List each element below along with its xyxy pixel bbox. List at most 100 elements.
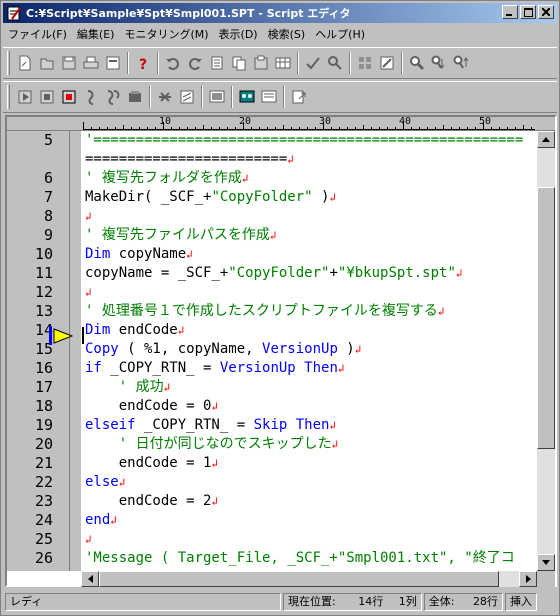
close-icon [542,8,550,16]
ruler-tick [419,127,420,130]
export-log-icon[interactable] [288,86,310,108]
line-number: 19 [34,416,53,434]
code-line: Dim copyName↲ [85,246,193,262]
line-number: 6 [43,169,53,187]
minimize-button[interactable] [502,5,518,19]
print-icon[interactable] [80,52,102,74]
screen-icon[interactable] [206,86,228,108]
scroll-down-button[interactable] [537,554,555,571]
scroll-thumb[interactable] [537,187,555,449]
stop-icon[interactable] [36,86,58,108]
ruler-label: 30 [319,116,332,127]
ruler-tick [99,127,100,130]
line-number: 20 [34,435,53,453]
find-icon[interactable] [406,52,428,74]
line-number: 10 [34,245,53,263]
cut-icon[interactable] [206,52,228,74]
menu-edit[interactable]: 編集(E) [72,26,120,44]
ruler-tick [251,127,252,130]
open-file-icon[interactable] [36,52,58,74]
code-line: if _COPY_RTN_ = VersionUp Then↲ [85,360,345,376]
find-next-icon[interactable] [428,52,450,74]
edit-icon[interactable] [376,52,398,74]
code-line: ' 複写先ファイルパスを作成↲ [85,227,277,243]
toolbar-separator [127,52,129,74]
editor-area[interactable]: 10 20 30 40 50 5 6 7 8 9 10 11 12 13 14 15 16 17 18 19… [5,115,557,587]
redo-icon[interactable] [184,52,206,74]
run-icon[interactable] [14,86,36,108]
window-icon[interactable] [176,86,198,108]
ruler-label: 40 [399,116,412,127]
line-number: 18 [34,397,53,415]
close-button[interactable] [538,5,554,19]
ruler-tick [523,125,524,130]
ruler-tick [267,127,268,130]
copy-icon[interactable] [228,52,250,74]
step-icon[interactable] [80,86,102,108]
help-icon[interactable]: ? [132,52,154,74]
code-line: copyName = _SCF_+"CopyFolder"+"¥bkupSpt.… [85,265,463,281]
ruler-tick [459,127,460,130]
ruler-tick [139,127,140,130]
ruler-tick [147,127,148,130]
title-bar[interactable]: C:¥Script¥Sample¥Spt¥Smpl001.SPT - Scrip… [3,3,557,23]
code-line: endCode = 0↲ [85,398,219,414]
scroll-up-button[interactable] [537,131,555,148]
capture-icon[interactable] [236,86,258,108]
table-icon[interactable] [272,52,294,74]
menu-view[interactable]: 表示(D) [214,26,263,44]
vertical-scrollbar[interactable] [537,131,555,571]
app-icon [7,6,21,21]
status-insert-mode: 挿入 [504,593,537,611]
ruler-tick [363,125,364,130]
toolbar-separator [349,52,351,74]
menu-monitoring[interactable]: モニタリング(M) [119,26,213,44]
toolbar-grip[interactable] [7,85,10,109]
minimize-icon [506,14,512,16]
horizontal-scrollbar[interactable] [81,571,537,587]
ruler-tick [91,127,92,130]
ruler-tick [403,122,404,130]
ruler-tick [219,127,220,130]
scroll-left-button[interactable] [81,571,99,587]
scroll-right-button[interactable] [519,571,537,587]
display-icon[interactable] [258,86,280,108]
code-line: ↲ [85,286,92,299]
ruler-tick [283,125,284,130]
ruler-tick [475,127,476,130]
line-number: 5 [43,131,53,149]
line-number: 26 [34,549,53,567]
maximize-button[interactable] [520,5,536,19]
export-icon[interactable] [102,52,124,74]
code-text-area[interactable]: '=======================================… [81,131,537,571]
code-line: ' 処理番号１で作成したスクリプトファイルを複写する↲ [85,303,445,319]
ruler-tick [307,127,308,130]
toolbar-separator [283,86,285,108]
find-prev-icon[interactable] [450,52,472,74]
menu-file[interactable]: ファイル(F) [3,26,72,44]
line-number: 15 [34,340,53,358]
check-icon[interactable] [302,52,324,74]
current-line-bar [49,326,52,345]
toolbar-separator [201,86,203,108]
new-file-icon[interactable] [14,52,36,74]
scroll-corner [537,571,555,587]
paste-icon[interactable] [250,52,272,74]
menu-search[interactable]: 検索(S) [263,26,311,44]
step-over-icon[interactable] [102,86,124,108]
grid-icon[interactable] [354,52,376,74]
monitor-icon[interactable] [154,86,176,108]
undo-icon[interactable] [162,52,184,74]
breakpoint-icon[interactable] [124,86,146,108]
hscroll-thumb[interactable] [99,571,499,587]
record-icon[interactable] [58,86,80,108]
arrow-right-icon [525,575,531,583]
save-icon[interactable] [58,52,80,74]
ruler-tick [443,125,444,130]
ruler-tick [411,127,412,130]
menu-help[interactable]: ヘルプ(H) [310,26,370,44]
toolbar-grip[interactable] [7,51,10,75]
ruler-tick [499,127,500,130]
ruler-tick [155,127,156,130]
search-replace-icon[interactable] [324,52,346,74]
